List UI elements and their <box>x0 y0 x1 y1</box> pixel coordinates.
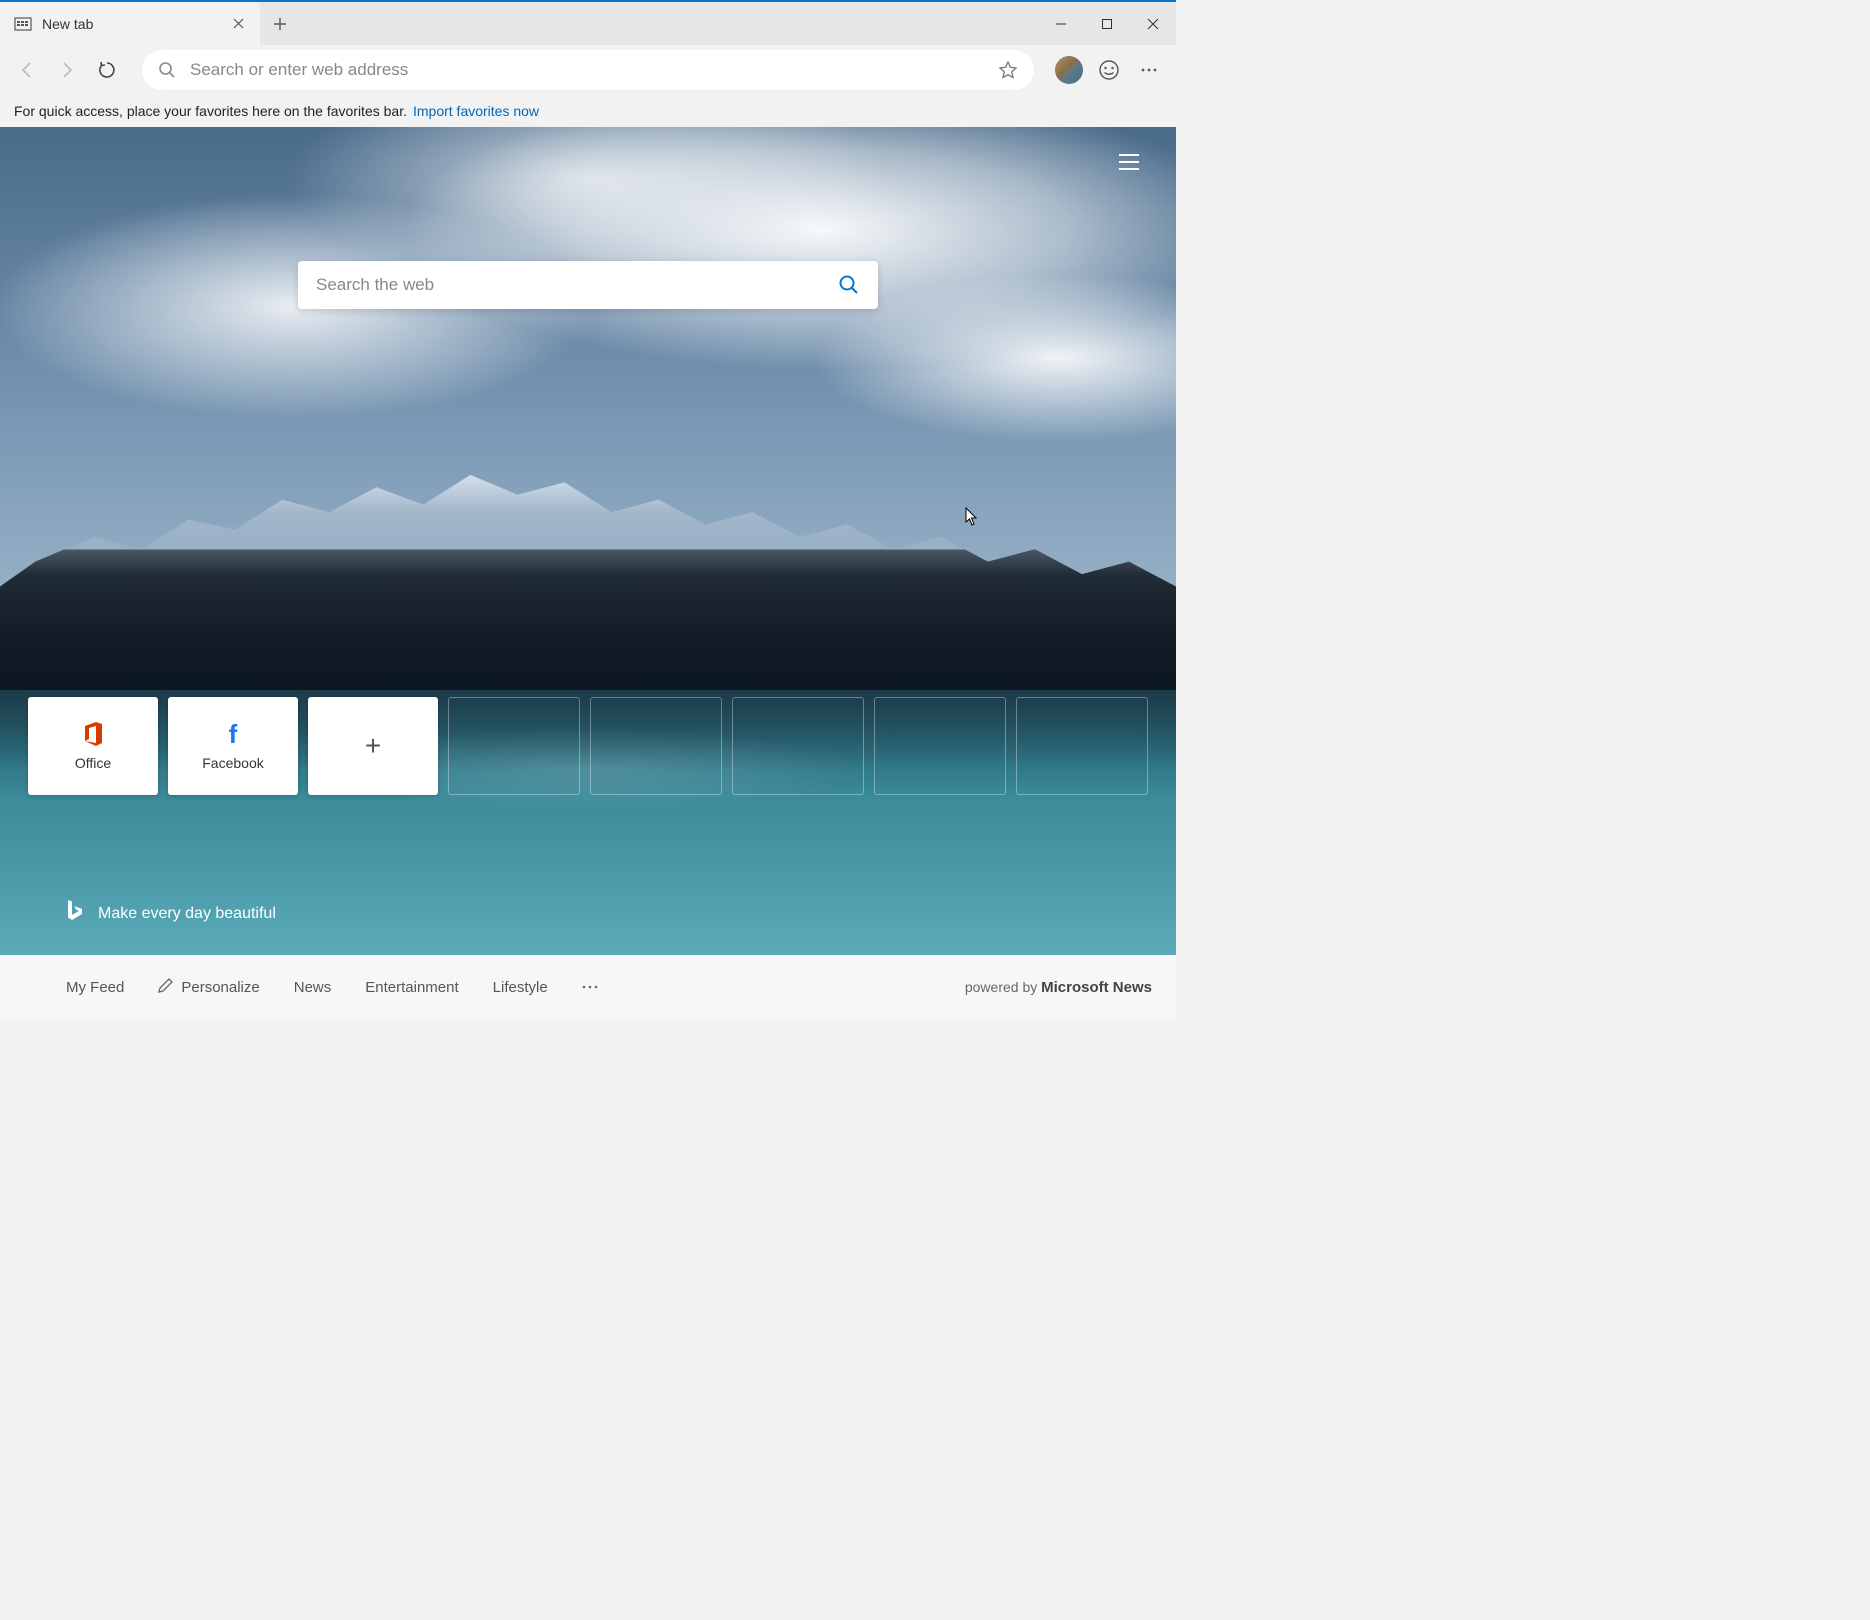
nav-news[interactable]: News <box>294 979 332 996</box>
favorite-icon[interactable] <box>998 60 1018 80</box>
favorites-hint: For quick access, place your favorites h… <box>14 103 407 119</box>
browser-tab[interactable]: New tab <box>0 2 260 45</box>
bing-icon <box>66 899 84 929</box>
quick-link-placeholder[interactable] <box>732 697 864 795</box>
search-icon <box>158 61 176 79</box>
minimize-button[interactable] <box>1038 2 1084 45</box>
powered-by-label: powered by Microsoft News <box>965 979 1152 996</box>
quick-links-row: Office f Facebook + <box>28 697 1148 795</box>
address-input[interactable] <box>190 60 984 80</box>
office-icon <box>82 721 104 747</box>
add-quick-link-button[interactable]: + <box>308 697 438 795</box>
settings-menu-button[interactable] <box>1132 53 1166 87</box>
tab-title: New tab <box>42 16 220 32</box>
plus-icon: + <box>365 733 381 759</box>
tile-label: Facebook <box>202 755 263 771</box>
web-search-box[interactable] <box>298 261 878 309</box>
toolbar <box>0 45 1176 95</box>
tab-favicon <box>14 15 32 33</box>
back-button[interactable] <box>10 53 44 87</box>
quick-link-placeholder[interactable] <box>1016 697 1148 795</box>
close-window-button[interactable] <box>1130 2 1176 45</box>
profile-avatar[interactable] <box>1052 53 1086 87</box>
web-search-input[interactable] <box>316 275 838 295</box>
bing-attribution[interactable]: Make every day beautiful <box>66 899 276 929</box>
titlebar: New tab <box>0 0 1176 45</box>
address-bar[interactable] <box>142 50 1034 90</box>
nav-personalize[interactable]: Personalize <box>158 978 259 997</box>
quick-link-placeholder[interactable] <box>590 697 722 795</box>
forward-button[interactable] <box>50 53 84 87</box>
maximize-button[interactable] <box>1084 2 1130 45</box>
import-favorites-link[interactable]: Import favorites now <box>413 103 539 119</box>
new-tab-content: Office f Facebook + Make every day beaut… <box>0 127 1176 955</box>
nav-entertainment[interactable]: Entertainment <box>365 979 458 996</box>
quick-link-placeholder[interactable] <box>448 697 580 795</box>
nav-my-feed[interactable]: My Feed <box>66 979 124 996</box>
quick-link-facebook[interactable]: f Facebook <box>168 697 298 795</box>
nav-more-button[interactable] <box>582 984 598 990</box>
quick-link-office[interactable]: Office <box>28 697 158 795</box>
news-feed-nav: My Feed Personalize News Entertainment L… <box>0 955 1176 1019</box>
quick-link-placeholder[interactable] <box>874 697 1006 795</box>
feedback-icon[interactable] <box>1092 53 1126 87</box>
page-menu-button[interactable] <box>1118 153 1140 176</box>
new-tab-button[interactable] <box>260 2 300 45</box>
nav-lifestyle[interactable]: Lifestyle <box>493 979 548 996</box>
tile-label: Office <box>75 755 111 771</box>
favorites-bar: For quick access, place your favorites h… <box>0 95 1176 127</box>
refresh-button[interactable] <box>90 53 124 87</box>
close-tab-button[interactable] <box>230 16 246 32</box>
web-search-button[interactable] <box>838 274 860 296</box>
facebook-icon: f <box>229 721 238 747</box>
bing-tagline: Make every day beautiful <box>98 905 276 923</box>
pencil-icon <box>158 978 173 997</box>
